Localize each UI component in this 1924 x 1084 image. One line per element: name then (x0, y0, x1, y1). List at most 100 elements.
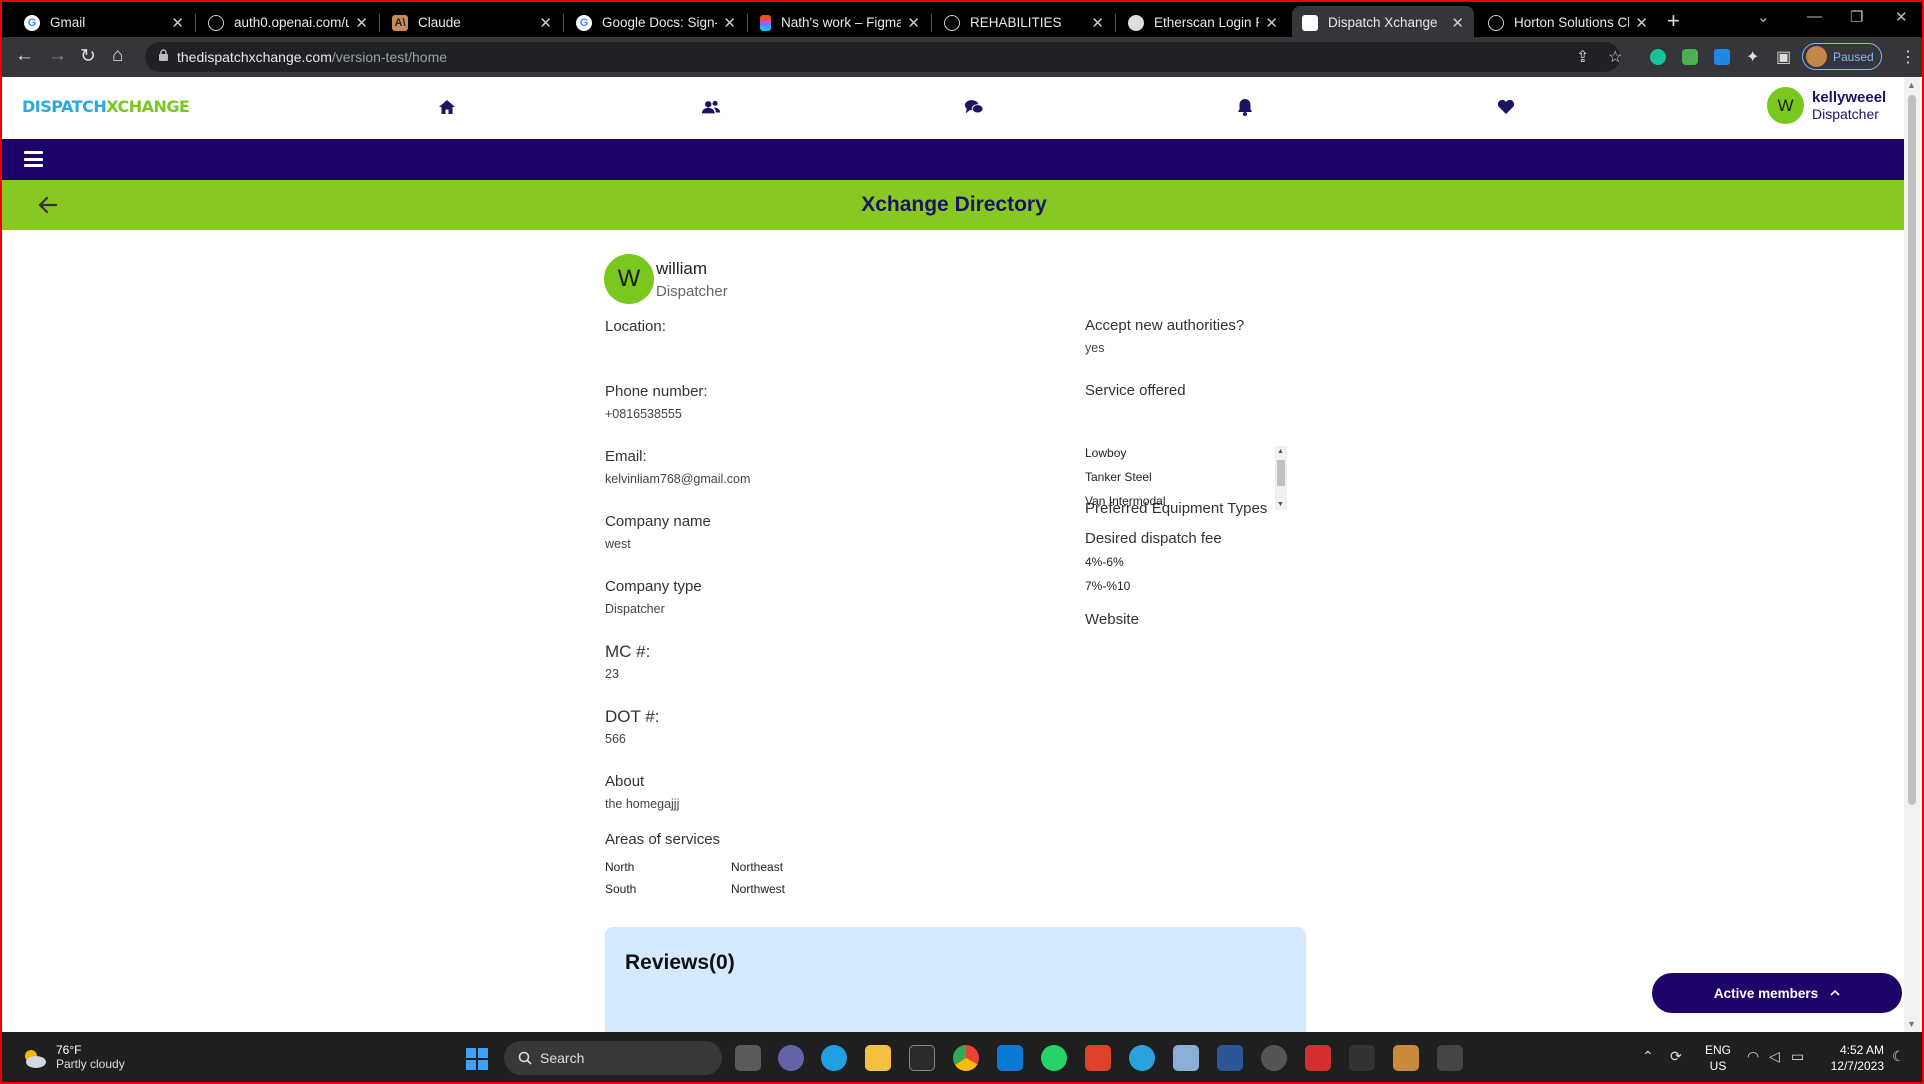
close-tab-icon[interactable]: ✕ (1635, 14, 1648, 32)
close-tab-icon[interactable]: ✕ (1265, 14, 1278, 32)
etherscan-icon (1128, 14, 1144, 31)
extension-icon[interactable] (1682, 49, 1698, 65)
menu-kebab-icon[interactable]: ⋮ (1900, 47, 1916, 67)
clock[interactable]: 4:52 AM 12/7/2023 (1824, 1042, 1884, 1074)
battery-icon[interactable]: ▭ (1791, 1048, 1804, 1065)
close-tab-icon[interactable]: ✕ (907, 14, 920, 32)
audio-app-icon[interactable] (1349, 1045, 1375, 1071)
close-tab-icon[interactable]: ✕ (355, 14, 368, 32)
company-name-value: west (605, 537, 631, 551)
teams-icon[interactable] (778, 1045, 804, 1071)
close-tab-icon[interactable]: ✕ (539, 14, 552, 32)
dispatch-xchange-logo[interactable]: DISPATCHXCHANGE (22, 97, 190, 116)
terminal-icon[interactable] (909, 1045, 935, 1071)
globe-icon (944, 14, 960, 31)
share-icon[interactable]: ⇪ (1576, 47, 1589, 67)
company-type-label: Company type (605, 578, 702, 595)
home-nav-icon[interactable] (437, 97, 457, 117)
equipment-list[interactable]: Lowboy Tanker Steel Van Intermodal ▲ ▼ (1085, 446, 1287, 510)
file-explorer-icon[interactable] (865, 1045, 891, 1071)
scroll-down-icon[interactable]: ▼ (1907, 1019, 1916, 1029)
telegram-icon[interactable] (1129, 1045, 1155, 1071)
notifications-icon[interactable]: ☾ (1892, 1048, 1905, 1065)
restore-icon[interactable]: ❐ (1850, 8, 1863, 26)
tab-auth0[interactable]: auth0.openai.com/u/l ✕ (198, 6, 378, 39)
tab-google-docs[interactable]: G Google Docs: Sign-in ✕ (566, 6, 746, 39)
chat-nav-icon[interactable] (964, 97, 984, 117)
puzzle-icon[interactable]: ✦ (1746, 47, 1759, 67)
photos-icon[interactable] (1173, 1045, 1199, 1071)
active-members-button[interactable]: Active members (1652, 973, 1902, 1013)
scroll-up-icon[interactable]: ▲ (1277, 448, 1284, 455)
chrome-icon[interactable] (953, 1045, 979, 1071)
tab-horton[interactable]: Horton Solutions Clie ✕ (1478, 6, 1658, 39)
sync-icon[interactable]: ⟳ (1670, 1048, 1682, 1065)
tab-figma[interactable]: Nath's work – Figma ✕ (750, 6, 930, 39)
google-icon: G (24, 14, 40, 31)
list-item: Tanker Steel (1085, 470, 1152, 484)
service-offered-label: Service offered (1085, 382, 1186, 399)
tab-etherscan[interactable]: Etherscan Login Page ✕ (1118, 6, 1288, 39)
edge-icon[interactable] (821, 1045, 847, 1071)
page-scrollbar[interactable]: ▲ ▼ (1904, 77, 1920, 1032)
tab-gmail[interactable]: G Gmail ✕ (14, 6, 194, 39)
close-tab-icon[interactable]: ✕ (1451, 14, 1464, 32)
tab-dispatch-xchange[interactable]: Dispatch Xchange ✕ (1292, 6, 1474, 39)
show-hidden-icons[interactable]: ⌃ (1642, 1048, 1654, 1065)
heart-nav-icon[interactable] (1496, 97, 1516, 117)
grammarly-icon[interactable] (1650, 49, 1666, 65)
close-tab-icon[interactable]: ✕ (1091, 14, 1104, 32)
claude-icon: A\ (392, 14, 408, 31)
tab-claude[interactable]: A\ Claude ✕ (382, 6, 562, 39)
app-icon[interactable] (1085, 1045, 1111, 1071)
tab-rehabilities[interactable]: REHABILITIES ✕ (934, 6, 1114, 39)
tab-search-icon[interactable]: ⌄ (1757, 8, 1770, 26)
current-user[interactable]: W kellyweeel Dispatcher (1767, 87, 1886, 124)
close-tab-icon[interactable]: ✕ (171, 14, 184, 32)
email-value: kelvinliam768@gmail.com (605, 472, 751, 486)
obs-icon[interactable] (1261, 1045, 1287, 1071)
address-bar[interactable]: thedispatchxchange.com/version-test/home (145, 42, 1620, 72)
scroll-down-icon[interactable]: ▼ (1277, 501, 1284, 508)
profile-button[interactable]: Paused (1802, 43, 1882, 70)
scroll-up-icon[interactable]: ▲ (1907, 80, 1916, 90)
accept-authorities-value: yes (1085, 341, 1105, 355)
weather-widget[interactable]: 76°F Partly cloudy (20, 1043, 125, 1072)
google-icon: G (576, 14, 592, 31)
close-window-icon[interactable]: ✕ (1895, 8, 1908, 26)
hamburger-menu-icon[interactable] (24, 151, 43, 167)
scrollbar-thumb[interactable] (1277, 460, 1285, 486)
volume-icon[interactable]: ◁ (1769, 1048, 1780, 1065)
side-panel-icon[interactable]: ▣ (1776, 47, 1791, 67)
dot-label: DOT #: (605, 707, 660, 726)
close-tab-icon[interactable]: ✕ (723, 14, 736, 32)
app-header: DISPATCHXCHANGE W kellyweeel Dispatcher (2, 77, 1906, 139)
acrobat-icon[interactable] (1305, 1045, 1331, 1071)
equipment-scrollbar[interactable]: ▲ ▼ (1275, 446, 1287, 510)
app-icon[interactable] (1437, 1045, 1463, 1071)
bookmark-star-icon[interactable]: ☆ (1608, 47, 1622, 67)
reload-icon[interactable]: ↻ (80, 45, 96, 68)
minimize-icon[interactable]: — (1807, 8, 1822, 25)
page-title: Xchange Directory (861, 193, 1047, 216)
forward-icon[interactable]: → (48, 45, 67, 67)
profile-name: william (656, 259, 707, 278)
bell-nav-icon[interactable] (1235, 97, 1255, 117)
users-nav-icon[interactable] (701, 97, 721, 117)
area-item: Northwest (731, 882, 786, 896)
windows-start-icon[interactable] (466, 1048, 488, 1070)
back-icon[interactable]: ← (15, 45, 34, 67)
language-indicator[interactable]: ENG US (1705, 1042, 1731, 1074)
home-icon[interactable]: ⌂ (112, 45, 123, 67)
word-icon[interactable] (1217, 1045, 1243, 1071)
wifi-icon[interactable]: ◠ (1747, 1048, 1759, 1065)
taskbar-search[interactable]: Search (504, 1041, 722, 1075)
website-label: Website (1085, 611, 1139, 628)
download-icon[interactable] (1714, 49, 1730, 65)
task-view-icon[interactable] (735, 1045, 761, 1071)
vscode-icon[interactable] (997, 1045, 1023, 1071)
package-icon[interactable] (1393, 1045, 1419, 1071)
whatsapp-icon[interactable] (1041, 1045, 1067, 1071)
new-tab-icon[interactable]: + (1667, 8, 1680, 34)
page-scrollbar-thumb[interactable] (1908, 95, 1916, 805)
